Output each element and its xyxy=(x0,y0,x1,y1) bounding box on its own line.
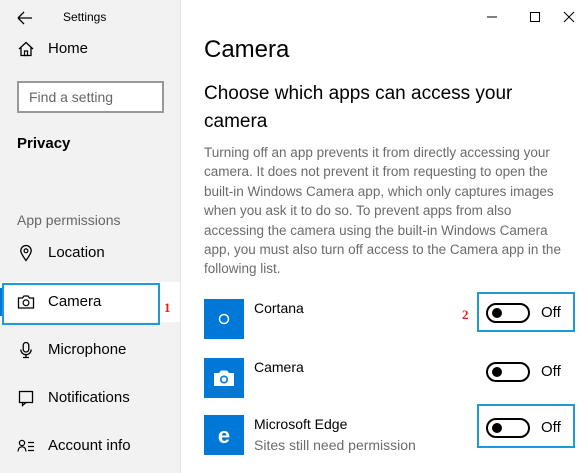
cortana-tile xyxy=(204,299,244,339)
search-input[interactable]: Find a setting xyxy=(17,81,164,113)
toggle-knob xyxy=(492,423,502,433)
annotation-marker-2: 2 xyxy=(462,307,469,322)
toggle-knob xyxy=(492,367,502,377)
sidebar-item-location[interactable]: Location xyxy=(0,233,180,273)
app-name: Camera xyxy=(254,359,304,375)
back-arrow-icon xyxy=(17,11,32,25)
edge-icon: e xyxy=(218,423,230,448)
edge-tile: e xyxy=(204,415,244,455)
cortana-toggle[interactable] xyxy=(486,303,530,323)
maximize-icon xyxy=(530,12,540,22)
sidebar-item-label: Location xyxy=(48,244,105,261)
close-button[interactable] xyxy=(557,6,581,28)
section-heading: Choose which apps can access your camera xyxy=(204,83,513,132)
page-title: Camera xyxy=(204,36,290,63)
back-button[interactable] xyxy=(14,8,36,28)
account-info-icon xyxy=(17,437,35,455)
camera-icon xyxy=(17,293,35,311)
description-text: Turning off an app prevents it from dire… xyxy=(204,145,561,277)
cortana-icon xyxy=(218,313,230,325)
maximize-button[interactable] xyxy=(523,6,547,28)
camera-app-icon xyxy=(214,370,234,386)
close-icon xyxy=(563,11,575,23)
sidebar-divider xyxy=(180,0,181,473)
toggle-state-label: Off xyxy=(541,304,561,321)
sidebar-item-notifications[interactable]: Notifications xyxy=(0,378,180,418)
app-name: Cortana xyxy=(254,300,304,316)
search-placeholder: Find a setting xyxy=(29,89,114,105)
group-title-app-permissions: App permissions xyxy=(17,212,121,228)
notifications-icon xyxy=(17,389,35,407)
section-title-privacy: Privacy xyxy=(17,135,71,152)
annotation-marker-1: 1 xyxy=(164,300,171,315)
sidebar-item-home[interactable]: Home xyxy=(0,29,180,69)
app-title: Settings xyxy=(63,10,107,24)
sidebar-item-label: Account info xyxy=(48,437,131,454)
sidebar-item-camera[interactable]: Camera xyxy=(0,282,180,322)
sidebar-item-label: Home xyxy=(48,40,89,57)
toggle-state-label: Off xyxy=(541,419,561,436)
svg-text:e: e xyxy=(218,423,230,448)
app-row-microsoft-edge: e Microsoft Edge Sites still need permis… xyxy=(204,415,574,459)
camera-app-toggle[interactable] xyxy=(486,362,530,382)
camera-app-tile xyxy=(204,358,244,398)
edge-toggle[interactable] xyxy=(486,418,530,438)
sidebar-item-label: Camera xyxy=(48,293,102,310)
sidebar-item-account-info[interactable]: Account info xyxy=(0,426,180,466)
location-icon xyxy=(17,244,35,262)
minimize-button[interactable] xyxy=(480,6,504,28)
sidebar: Settings Home Find a setting Privacy App… xyxy=(0,0,180,473)
app-row-camera: Camera Off xyxy=(204,358,574,402)
toggle-knob xyxy=(492,308,502,318)
sidebar-item-label: Microphone xyxy=(48,341,127,358)
selection-indicator xyxy=(0,288,4,316)
app-row-cortana: Cortana Off xyxy=(204,299,574,343)
minimize-icon xyxy=(487,16,497,18)
microphone-icon xyxy=(17,341,35,359)
sidebar-item-label: Notifications xyxy=(48,389,130,406)
sidebar-item-microphone[interactable]: Microphone xyxy=(0,330,180,370)
toggle-state-label: Off xyxy=(541,363,561,380)
home-icon xyxy=(17,40,35,58)
app-subtitle: Sites still need permission xyxy=(254,437,416,453)
app-name: Microsoft Edge xyxy=(254,416,348,432)
